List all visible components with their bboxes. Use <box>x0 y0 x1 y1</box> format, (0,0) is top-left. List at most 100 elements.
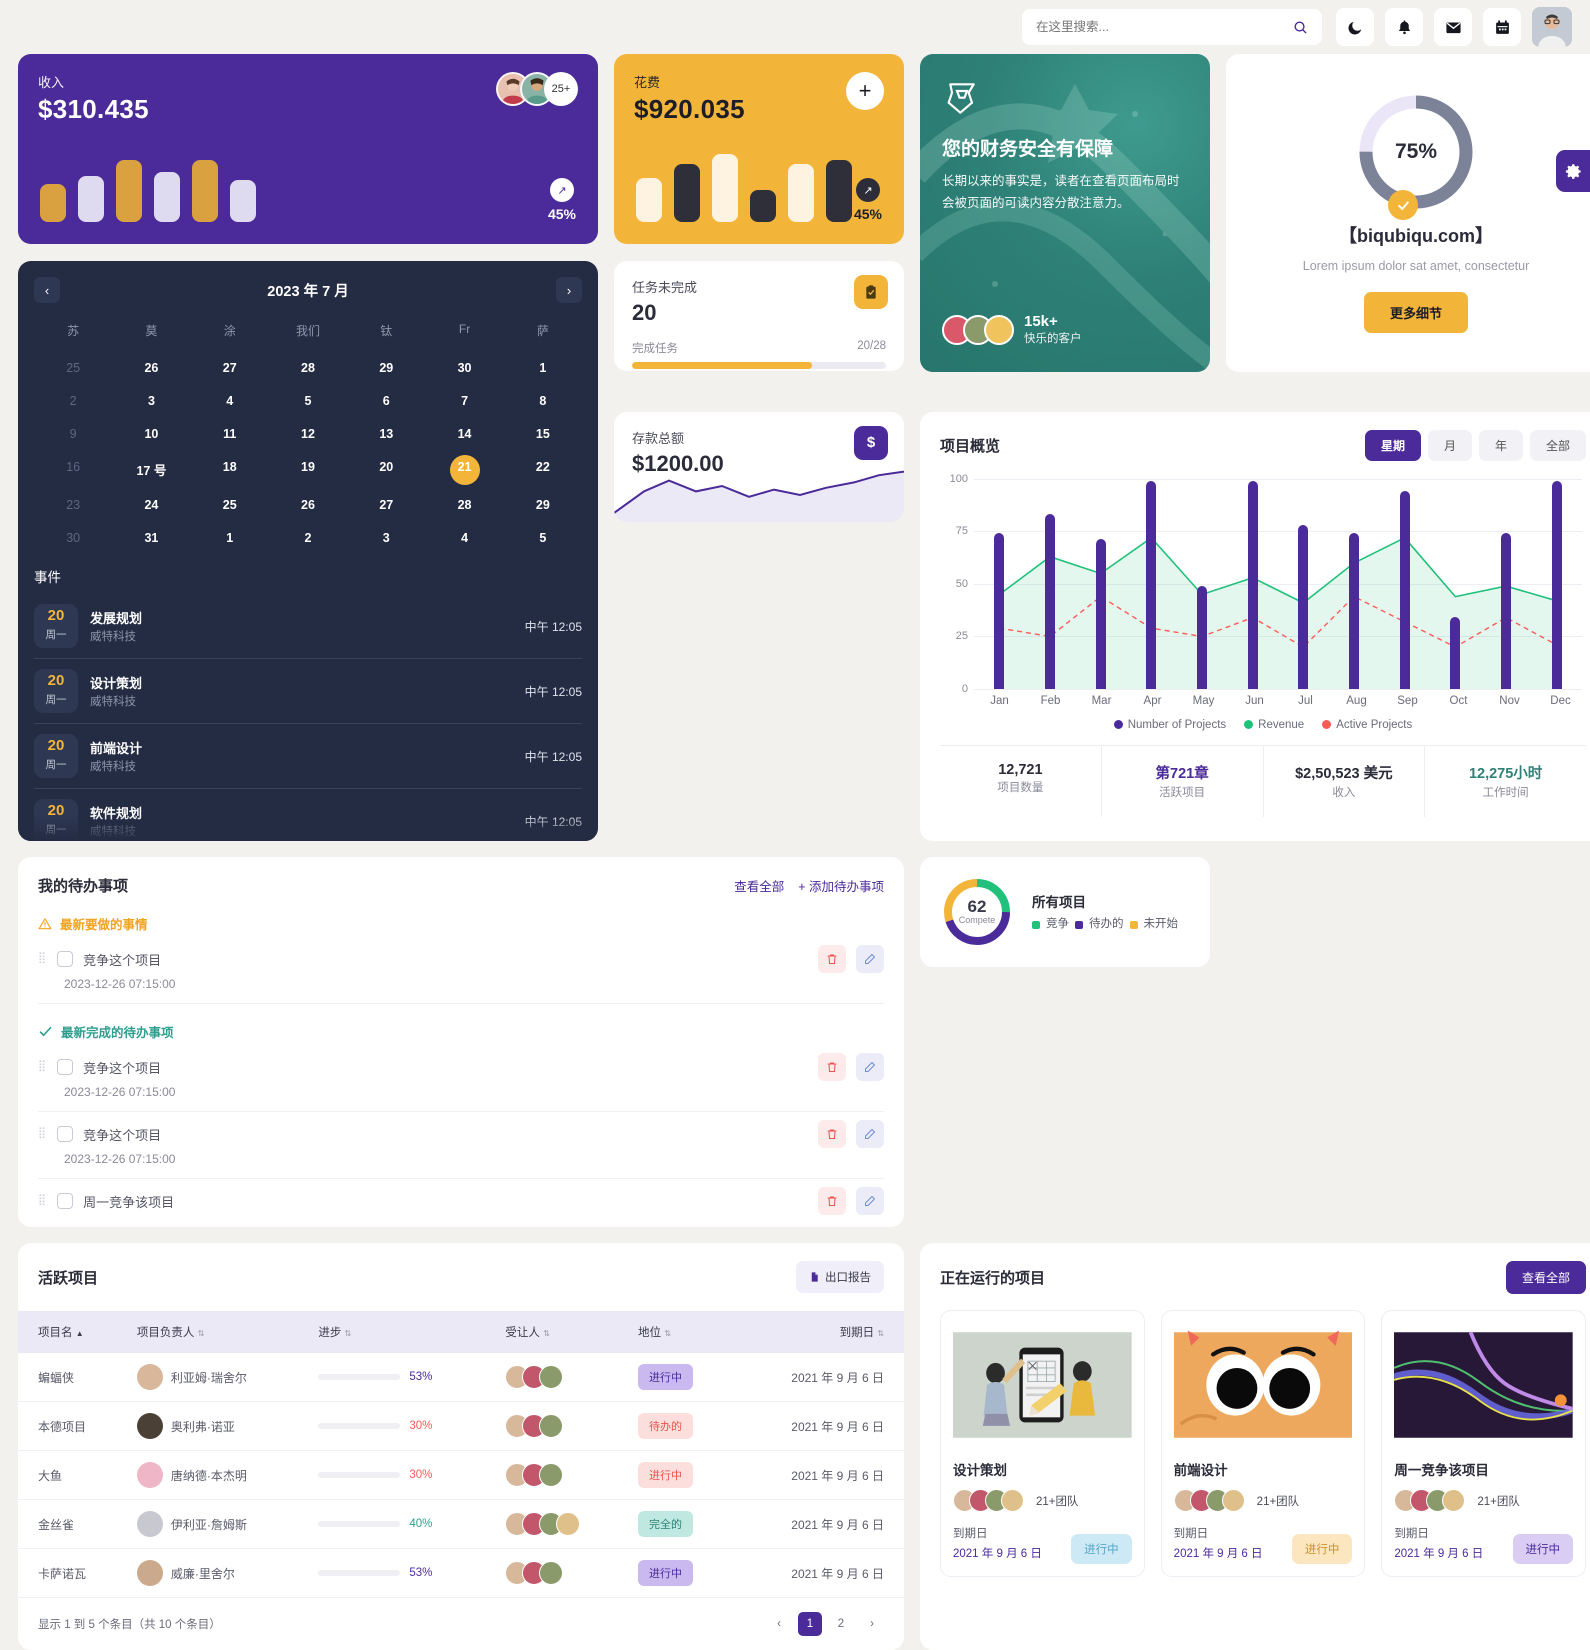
todo-checkbox[interactable] <box>57 1059 74 1075</box>
table-row[interactable]: 蝙蝠侠 利亚姆·瑞舍尔 53% 进行中 2021 年 9 月 6 日 <box>18 1353 904 1402</box>
event-row[interactable]: 20 周一 设计策划 威特科技 中午 12:05 <box>34 659 582 724</box>
todo-checkbox[interactable] <box>57 1193 74 1209</box>
sort-icon[interactable]: ⇅ <box>877 1329 884 1338</box>
calendar-day[interactable]: 27 <box>347 491 425 519</box>
calendar-day[interactable]: 28 <box>425 491 503 519</box>
search-input[interactable] <box>1036 20 1266 34</box>
more-details-button[interactable]: 更多细节 <box>1363 292 1468 333</box>
running-project-item[interactable]: 设计策划 21+团队 到期日 2021 年 9 月 6 日 进行中 <box>940 1310 1145 1578</box>
running-project-item[interactable]: 周一竞争该项目 21+团队 到期日 2021 年 9 月 6 日 进行中 <box>1381 1310 1587 1578</box>
calendar-day[interactable]: 20 <box>347 453 425 486</box>
pager-prev[interactable]: ‹ <box>767 1612 791 1636</box>
pager-next[interactable]: › <box>860 1612 884 1636</box>
list-item[interactable]: ⣿ 竞争这个项目 <box>38 1045 884 1083</box>
mail-icon[interactable] <box>1434 8 1472 46</box>
trash-icon[interactable] <box>818 945 846 973</box>
table-column-受让人[interactable]: 受让人 ⇅ <box>495 1311 628 1353</box>
calendar-day[interactable]: 1 <box>191 524 269 552</box>
chart-filter-年[interactable]: 年 <box>1478 429 1523 461</box>
calendar-day[interactable]: 25 <box>34 354 112 382</box>
table-pager[interactable]: ‹ 1 2 › <box>767 1612 884 1636</box>
drag-handle-icon[interactable]: ⣿ <box>38 1061 47 1072</box>
chart-filter-全部[interactable]: 全部 <box>1529 429 1586 461</box>
trash-icon[interactable] <box>818 1187 846 1215</box>
event-row[interactable]: 20 周一 发展规划 威特科技 中午 12:05 <box>34 594 582 659</box>
table-header-row[interactable]: 项目名 ▲ 项目负责人 ⇅ 进步 ⇅ 受让人 ⇅ 地位 ⇅ 到期日 ⇅ <box>18 1311 904 1353</box>
calendar-day[interactable]: 22 <box>504 453 582 486</box>
calendar-day[interactable]: 7 <box>425 387 503 415</box>
trash-icon[interactable] <box>818 1053 846 1081</box>
table-column-到期日[interactable]: 到期日 ⇅ <box>732 1311 904 1353</box>
chart-filter-月[interactable]: 月 <box>1427 429 1472 461</box>
table-column-地位[interactable]: 地位 ⇅ <box>628 1311 733 1353</box>
table-row[interactable]: 卡萨诺瓦 威廉·里舍尔 53% 进行中 2021 年 9 月 6 日 <box>18 1548 904 1598</box>
chart-filters[interactable]: 星期月年全部 <box>1364 429 1586 461</box>
drag-handle-icon[interactable]: ⣿ <box>38 1195 47 1206</box>
calendar-day[interactable]: 19 <box>269 453 347 486</box>
calendar-day[interactable]: 17 号 <box>112 453 190 486</box>
revenue-avatar-group[interactable]: 25+ <box>496 72 578 106</box>
drag-handle-icon[interactable]: ⣿ <box>38 953 47 964</box>
moon-icon[interactable] <box>1336 8 1374 46</box>
event-row[interactable]: 20 周一 前端设计 威特科技 中午 12:05 <box>34 724 582 789</box>
calendar-day[interactable]: 29 <box>504 491 582 519</box>
calendar-day[interactable]: 2 <box>34 387 112 415</box>
calendar-day[interactable]: 25 <box>191 491 269 519</box>
calendar-day[interactable]: 11 <box>191 420 269 448</box>
bell-icon[interactable] <box>1385 8 1423 46</box>
add-expense-button[interactable]: + <box>846 72 884 110</box>
calendar-day[interactable]: 27 <box>191 354 269 382</box>
calendar-day[interactable]: 28 <box>269 354 347 382</box>
list-item[interactable]: ⣿ 周一竞争该项目 <box>38 1179 884 1217</box>
calendar-day[interactable]: 3 <box>347 524 425 552</box>
calendar-day[interactable]: 18 <box>191 453 269 486</box>
calendar-day[interactable]: 23 <box>34 491 112 519</box>
calendar-day-selected[interactable]: 21 <box>425 453 503 486</box>
calendar-day[interactable]: 24 <box>112 491 190 519</box>
calendar-icon[interactable] <box>1483 8 1521 46</box>
sort-icon[interactable]: ⇅ <box>345 1329 352 1338</box>
table-row[interactable]: 大鱼 唐纳德·本杰明 30% 进行中 2021 年 9 月 6 日 <box>18 1450 904 1500</box>
calendar-day[interactable]: 15 <box>504 420 582 448</box>
calendar-day[interactable]: 9 <box>34 420 112 448</box>
todo-checkbox[interactable] <box>57 951 74 967</box>
calendar-day[interactable]: 4 <box>191 387 269 415</box>
running-project-item[interactable]: 前端设计 21+团队 到期日 2021 年 9 月 6 日 进行中 <box>1160 1310 1366 1578</box>
pager-page-1[interactable]: 1 <box>798 1612 822 1636</box>
sort-icon[interactable]: ⇅ <box>543 1329 550 1338</box>
calendar-prev-button[interactable]: ‹ <box>34 277 60 303</box>
list-item[interactable]: ⣿ 竞争这个项目 <box>38 937 884 975</box>
calendar-day[interactable]: 13 <box>347 420 425 448</box>
table-column-项目负责人[interactable]: 项目负责人 ⇅ <box>126 1311 309 1353</box>
todo-add-link[interactable]: + 添加待办事项 <box>798 876 884 895</box>
search-icon[interactable] <box>1293 20 1308 35</box>
calendar-day[interactable]: 12 <box>269 420 347 448</box>
pager-page-2[interactable]: 2 <box>829 1612 853 1636</box>
pencil-icon[interactable] <box>856 1120 884 1148</box>
avatar[interactable] <box>1532 7 1572 47</box>
calendar-day[interactable]: 30 <box>34 524 112 552</box>
calendar-day[interactable]: 2 <box>269 524 347 552</box>
calendar-day[interactable]: 3 <box>112 387 190 415</box>
calendar-day[interactable]: 31 <box>112 524 190 552</box>
sort-asc-icon[interactable]: ▲ <box>76 1329 84 1338</box>
pencil-icon[interactable] <box>856 1187 884 1215</box>
calendar-day[interactable]: 14 <box>425 420 503 448</box>
pencil-icon[interactable] <box>856 1053 884 1081</box>
calendar-day[interactable]: 16 <box>34 453 112 486</box>
table-column-项目名[interactable]: 项目名 ▲ <box>18 1311 127 1353</box>
list-item[interactable]: ⣿ 竞争这个项目 <box>38 1112 884 1150</box>
settings-gear-button[interactable] <box>1556 150 1590 192</box>
calendar-day[interactable]: 5 <box>504 524 582 552</box>
table-row[interactable]: 本德项目 奥利弗·诺亚 30% 待办的 2021 年 9 月 6 日 <box>18 1401 904 1451</box>
calendar-day[interactable]: 10 <box>112 420 190 448</box>
pencil-icon[interactable] <box>856 945 884 973</box>
calendar-grid[interactable]: 苏莫涂我们钛 Fr 萨 25 26 27 28 29 30 1 2 3 4 5 6 7 8 9 10 11 12 13 14… <box>34 315 582 552</box>
calendar-day[interactable]: 5 <box>269 387 347 415</box>
calendar-day[interactable]: 29 <box>347 354 425 382</box>
calendar-day[interactable]: 26 <box>112 354 190 382</box>
table-column-进步[interactable]: 进步 ⇅ <box>308 1311 496 1353</box>
todo-view-all-link[interactable]: 查看全部 <box>734 876 784 895</box>
todo-checkbox[interactable] <box>57 1126 74 1142</box>
chart-filter-星期[interactable]: 星期 <box>1364 429 1421 461</box>
